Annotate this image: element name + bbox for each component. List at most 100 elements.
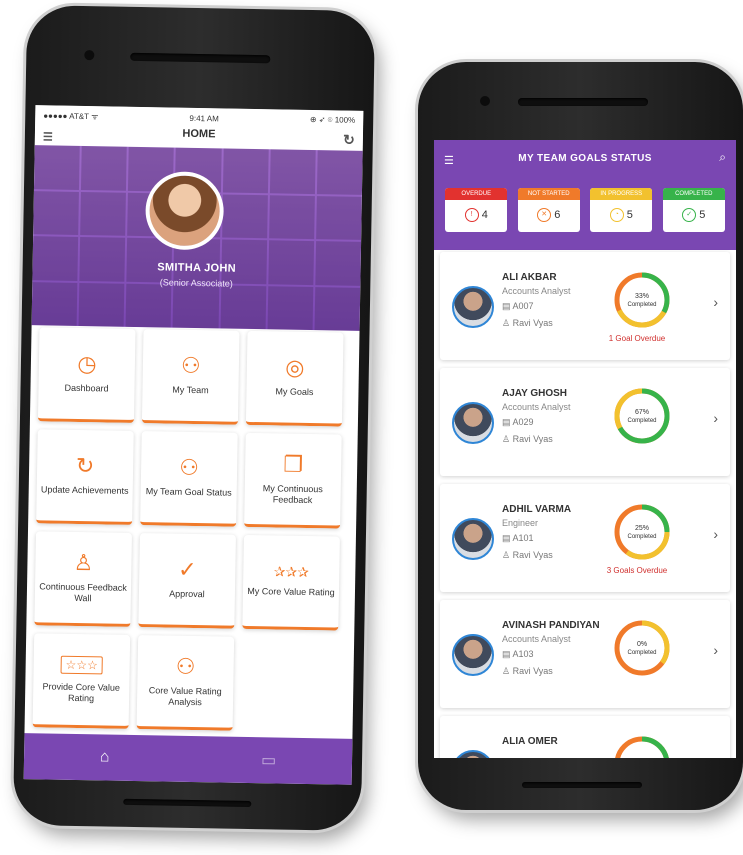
page-title: MY TEAM GOALS STATUS [518,153,652,164]
member-manager: ♙ Ravi Vyas [502,550,553,561]
bottom-speaker [123,798,252,808]
earpiece-speaker [518,98,648,106]
tile-label: Provide Core Value Rating [42,680,121,703]
stat-label: NOT STARTED [517,188,580,200]
team-icon: ⚇ [180,352,201,379]
person-icon: ♙ [73,549,94,575]
member-manager-text: Ravi Vyas [512,434,553,444]
member-list: ALI AKBAR Accounts Analyst ▤ A007 ♙ Ravi Vy… [434,252,736,758]
member-name: ADHIL VARMA [502,504,572,515]
stat-completed[interactable]: COMPLETED ✓ 5 [662,188,725,232]
stat-count: 5 [699,209,706,221]
manager-icon: ♙ [502,550,513,560]
id-card-icon: ▤ [502,649,513,659]
member-avatar [452,634,494,676]
member-designation: Accounts Analyst [502,286,571,296]
home-screen: ●●●●● AT&T ᯤ 9:41 AM ⊕ ➶ ⌾ 100% ☰ HOME ↻… [23,105,364,785]
chevron-right-icon[interactable]: › [713,410,718,426]
status-icon: ✕ [537,208,552,223]
chevron-right-icon[interactable]: › [713,294,718,310]
ring-percent-label: 67% [635,409,649,416]
timer-icon: ↻ [75,452,95,479]
member-card[interactable]: ADHIL VARMA Engineer ▤ A101 ♙ Ravi Vyas 25% C… [440,484,730,592]
member-name: ALIA OMER [502,736,558,747]
stat-overdue[interactable]: OVERDUE ! 4 [445,188,508,232]
ring-percent-label: 0% [637,641,647,648]
id-card-icon: ▤ [502,417,513,427]
stat-in-progress[interactable]: IN PROGRESS ◔ 5 [590,188,653,232]
member-card[interactable]: AJAY GHOSH Accounts Analyst ▤ A029 ♙ Ravi V… [440,368,730,476]
gauge-icon: ◷ [77,350,97,377]
member-card[interactable]: AVINASH PANDIYAN Accounts Analyst ▤ A103 ♙ … [440,600,730,708]
tile-my-continuous-feedback[interactable]: ❐ My Continuous Feedback [244,432,342,529]
ring-percent-label: 33% [635,293,649,300]
member-id-text: A103 [512,649,534,659]
stat-count: 6 [554,209,561,221]
refresh-icon[interactable]: ↻ [343,132,355,149]
completion-ring: 67% Completed [614,388,670,444]
tile-label: Dashboard [64,382,109,394]
tile-my-team[interactable]: ⚇ My Team [141,329,240,425]
hamburger-menu-icon[interactable]: ☰ [43,130,53,143]
clock-text: 9:41 AM [189,113,219,123]
check-circle-icon: ✓ [177,556,197,583]
rating-box-icon: ☆☆☆ [60,655,103,674]
tile-label: Core Value Rating Analysis [148,684,222,707]
member-avatar [452,286,494,328]
member-card[interactable]: ALIA OMER▤ ♙ › [440,716,730,758]
status-icon: ◔ [609,208,624,223]
tile-my-team-goal-status[interactable]: ⚇ My Team Goal Status [140,431,238,527]
stat-label: COMPLETED [662,188,725,200]
member-name: AJAY GHOSH [502,388,568,399]
status-summary: OVERDUE! 4 NOT STARTED ✕ 6 IN PROGRESS ◔ 5 COMPL… [434,180,736,250]
left-phone: ●●●●● AT&T ᯤ 9:41 AM ⊕ ➶ ⌾ 100% ☰ HOME ↻… [12,5,376,831]
chevron-right-icon[interactable]: › [713,642,718,658]
member-id: ▤ A007 [502,301,534,312]
tile-update-achievements[interactable]: ↻ Update Achievements [36,429,134,525]
tile-my-core-value-rating[interactable]: ✰✰✰ My Core Value Rating [242,534,340,631]
home-icon[interactable]: ⌂ [100,748,110,766]
member-id: ▤ A103 [502,649,534,660]
tile-label: My Team [172,384,209,396]
status-icon: ! [464,208,479,223]
member-avatar [452,402,494,444]
tile-provide-core-value-rating[interactable]: ☆☆☆ Provide Core Value Rating [32,633,131,729]
stat-value: ◔ 5 [609,208,633,223]
member-name: ALI AKBAR [502,272,557,283]
stat-count: 5 [626,209,633,221]
bottom-nav: ⌂ ▭ [23,733,353,785]
tile-approval[interactable]: ✓ Approval [138,533,236,629]
member-id-text: A029 [512,417,534,427]
member-manager-text: Ravi Vyas [512,666,553,676]
overdue-text: 3 Goals Overdue [606,566,668,575]
member-designation: Engineer [502,518,539,528]
message-icon[interactable]: ▭ [261,750,276,770]
stat-value: ! 4 [464,208,488,223]
stat-value: ✓ 5 [682,208,706,223]
tile-core-value-rating-analysis[interactable]: ⚇ Core Value Rating Analysis [136,635,235,731]
search-icon[interactable]: ⌕ [719,150,726,165]
tile-my-goals[interactable]: ◎ My Goals [245,330,344,427]
stat-label: OVERDUE [445,188,508,200]
chevron-right-icon[interactable]: › [713,526,718,542]
stat-not-started[interactable]: NOT STARTED ✕ 6 [517,188,580,232]
team-status-icon: ⚇ [179,454,200,481]
member-id: ▤ A101 [502,533,534,544]
id-card-icon: ▤ [502,301,513,311]
completion-ring: 33% Completed [614,272,670,328]
target-icon: ◎ [285,354,305,380]
tile-label: Continuous Feedback Wall [39,580,127,603]
member-card[interactable]: ALI AKBAR Accounts Analyst ▤ A007 ♙ Ravi Vy… [440,252,730,360]
carrier-text: ●●●●● AT&T ᯤ [43,110,99,121]
tile-label: My Continuous Feedback [262,482,323,505]
member-manager: ♙ Ravi Vyas [502,318,553,329]
member-designation: Accounts Analyst [502,402,571,412]
tile-continuous-feedback-wall[interactable]: ♙ Continuous Feedback Wall [34,531,132,627]
member-id-text: A007 [512,301,534,311]
page-title: HOME [182,127,216,141]
member-designation: Accounts Analyst [502,634,571,644]
manager-icon: ♙ [502,434,513,444]
ring-completed-label: Completed [627,650,656,656]
id-card-icon: ▤ [502,533,513,543]
tile-dashboard[interactable]: ◷ Dashboard [37,327,136,423]
